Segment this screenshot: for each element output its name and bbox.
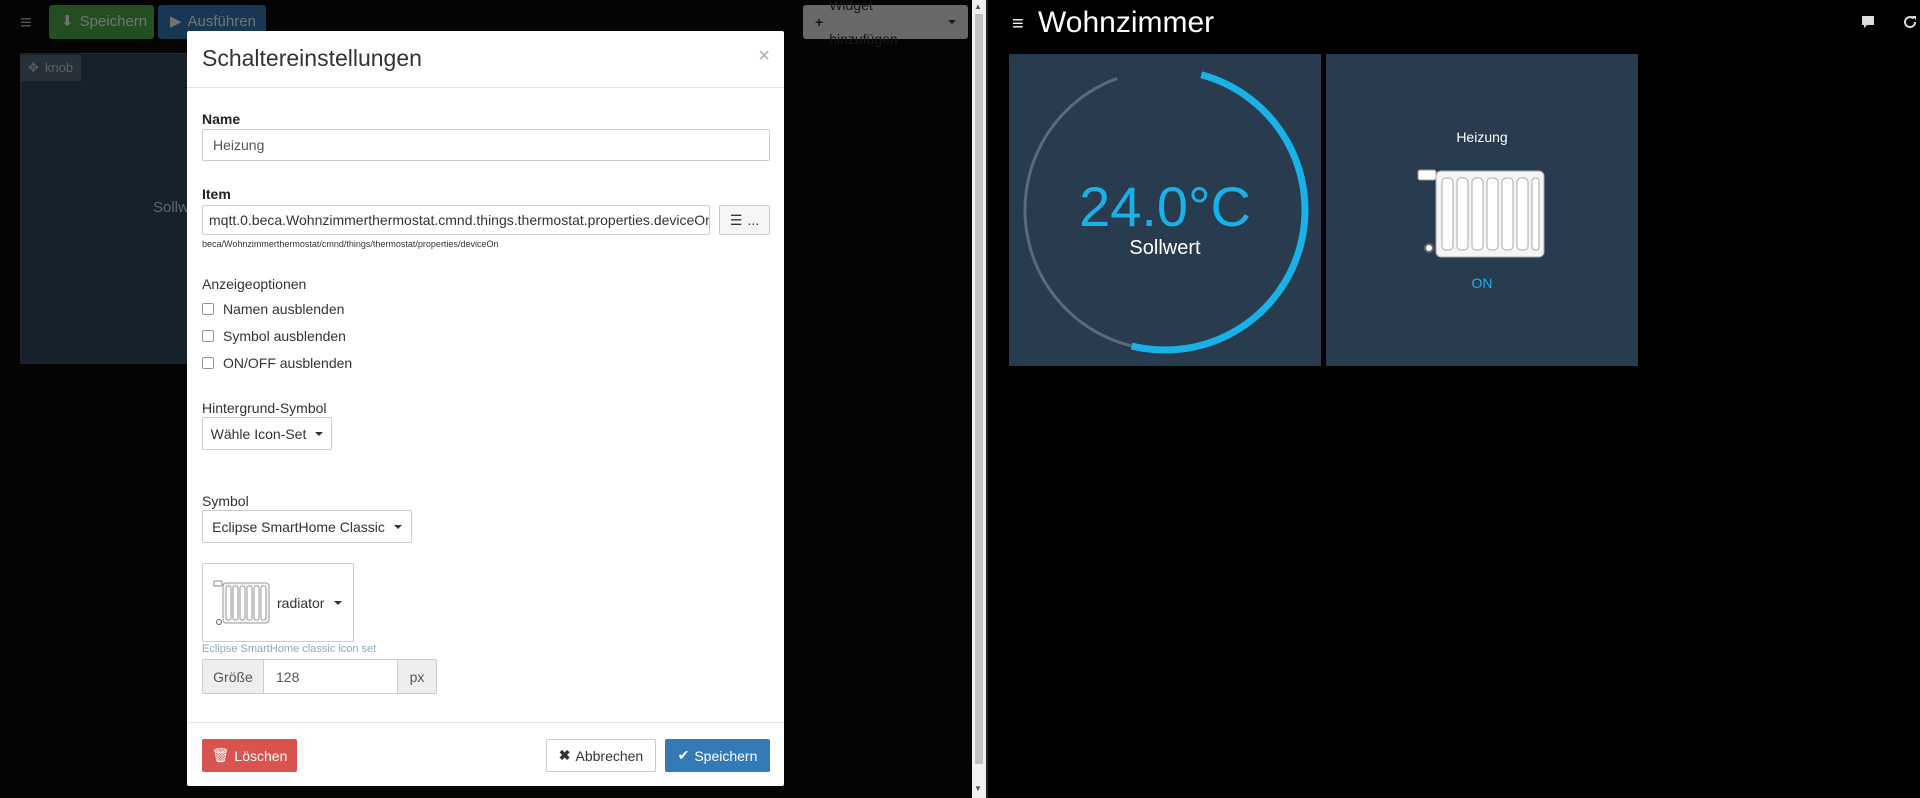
caret-down-icon bbox=[315, 431, 324, 436]
switch-name: Heizung bbox=[1456, 129, 1508, 145]
switch-widget[interactable]: Heizung ON bbox=[1326, 54, 1638, 366]
caret-down-icon bbox=[393, 524, 402, 529]
hide-name-checkbox[interactable]: Namen ausblenden bbox=[202, 301, 344, 317]
name-input[interactable]: Heizung bbox=[202, 129, 770, 161]
list-icon: ☰ bbox=[729, 211, 743, 228]
size-unit: px bbox=[397, 659, 437, 694]
chat-icon[interactable] bbox=[1860, 14, 1876, 30]
menu-icon[interactable]: ≡ bbox=[20, 12, 32, 35]
trash-icon: 🗑 bbox=[211, 747, 230, 763]
radiator-icon bbox=[213, 580, 270, 625]
item-picker-button[interactable]: ☰ ... bbox=[719, 205, 770, 235]
save-button[interactable]: ✔ Speichern bbox=[665, 739, 770, 772]
play-icon: ▶ bbox=[170, 13, 182, 30]
scroll-up-icon[interactable]: ▲ bbox=[974, 2, 982, 11]
switch-settings-dialog: Schaltereinstellungen × Name Heizung Ite… bbox=[187, 31, 784, 786]
size-input-group: Größe 128 px bbox=[202, 659, 437, 694]
cancel-button[interactable]: ✖ Abbrechen bbox=[546, 739, 656, 772]
knob-widget[interactable]: 24.0°C Sollwert bbox=[1009, 54, 1321, 366]
preview-pane: ≡ Wohnzimmer 24.0°C Sollwert Heizung ON bbox=[986, 0, 1920, 798]
item-label: Item bbox=[202, 186, 231, 202]
knob-label: Sollwert bbox=[1129, 237, 1201, 259]
delete-button[interactable]: 🗑 Löschen bbox=[202, 739, 297, 772]
item-input[interactable]: mqtt.0.beca.Wohnzimmerthermostat.cmnd.th… bbox=[202, 205, 710, 235]
icon-set-dropdown[interactable]: Wähle Icon-Set bbox=[202, 417, 332, 450]
check-icon: ✔ bbox=[677, 747, 690, 763]
close-icon: ✖ bbox=[558, 747, 571, 763]
move-icon: ✥ bbox=[28, 60, 39, 75]
editor-pane: ≡ ⬇ Speichern ▶ Ausführen + Widget hinzu… bbox=[0, 0, 972, 798]
download-icon: ⬇ bbox=[61, 13, 74, 30]
icon-set-help-text: Eclipse SmartHome classic icon set bbox=[202, 643, 377, 655]
name-label: Name bbox=[202, 111, 241, 127]
close-icon[interactable]: × bbox=[758, 45, 770, 68]
size-label: Größe bbox=[202, 659, 264, 694]
dialog-footer: 🗑 Löschen ✖ Abbrechen ✔ Speichern bbox=[187, 722, 784, 786]
add-widget-button[interactable]: + Widget hinzufügen bbox=[803, 0, 968, 47]
dialog-header: Schaltereinstellungen × bbox=[187, 31, 784, 88]
dialog-title: Schaltereinstellungen bbox=[202, 45, 422, 71]
hide-symbol-checkbox[interactable]: Symbol ausblenden bbox=[202, 328, 346, 344]
toolbar-save-button[interactable]: ⬇ Speichern bbox=[49, 5, 154, 39]
scroll-down-icon[interactable]: ▼ bbox=[974, 784, 982, 793]
knob-value: 24.0°C bbox=[1079, 175, 1251, 238]
caret-down-icon bbox=[334, 600, 343, 605]
widget-drag-handle[interactable]: ✥ knob bbox=[20, 55, 82, 81]
checkbox[interactable] bbox=[202, 330, 214, 342]
caret-down-icon bbox=[948, 20, 956, 24]
symbol-set-dropdown[interactable]: Eclipse SmartHome Classic bbox=[202, 510, 412, 543]
item-help-text: beca/Wohnzimmerthermostat/cmnd/things/th… bbox=[202, 239, 499, 249]
page-title: Wohnzimmer bbox=[1038, 6, 1215, 39]
icon-selector[interactable]: radiator bbox=[202, 563, 354, 642]
plus-icon: + bbox=[815, 14, 824, 30]
scrollbar-thumb[interactable] bbox=[975, 14, 983, 764]
background-symbol-label: Hintergrund-Symbol bbox=[202, 400, 327, 416]
switch-state: ON bbox=[1471, 275, 1493, 291]
menu-icon[interactable]: ≡ bbox=[1012, 13, 1024, 36]
symbol-label: Symbol bbox=[202, 493, 249, 509]
radiator-icon bbox=[1417, 169, 1545, 258]
scrollbar[interactable]: ▲ ▼ bbox=[972, 0, 986, 798]
hide-onoff-checkbox[interactable]: ON/OFF ausblenden bbox=[202, 355, 352, 371]
refresh-icon[interactable] bbox=[1902, 14, 1918, 30]
display-options-label: Anzeigeoptionen bbox=[202, 276, 307, 292]
size-input[interactable]: 128 bbox=[264, 659, 397, 694]
checkbox[interactable] bbox=[202, 303, 214, 315]
checkbox[interactable] bbox=[202, 357, 214, 369]
